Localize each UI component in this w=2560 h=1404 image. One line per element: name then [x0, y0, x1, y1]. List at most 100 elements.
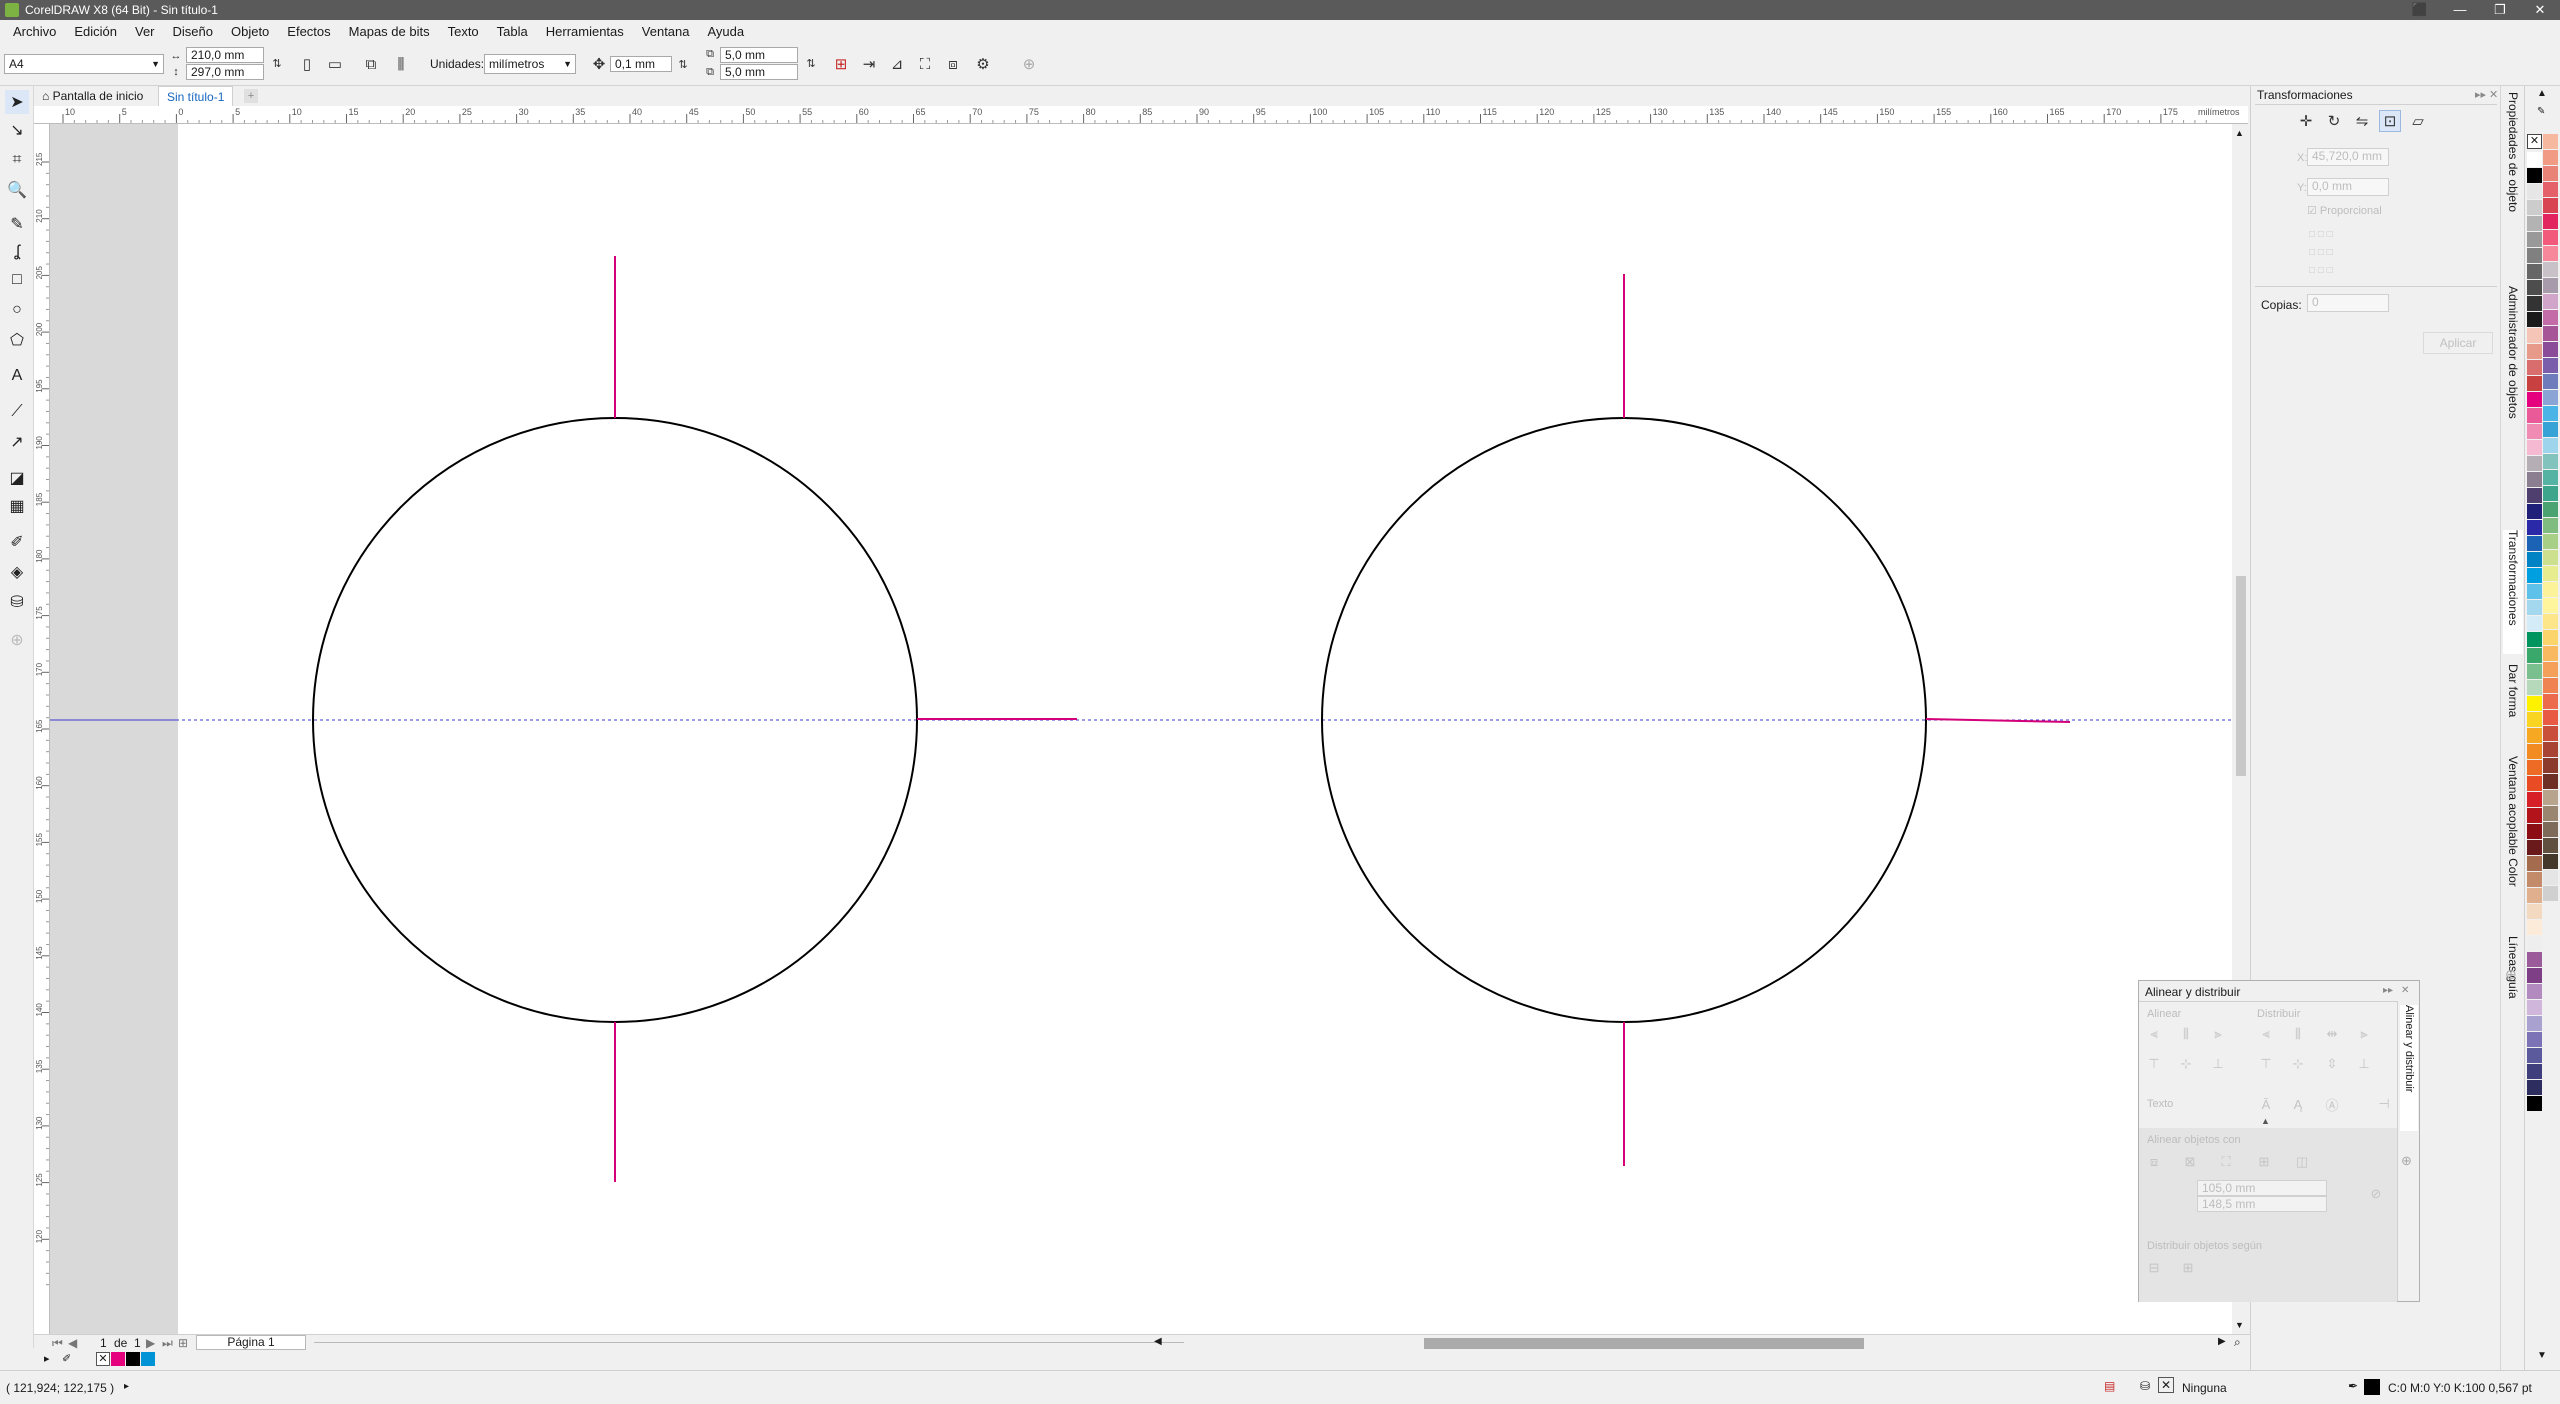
new-tab-icon[interactable]: + — [244, 89, 258, 103]
artistic-media-icon[interactable]: ʆ — [5, 240, 29, 264]
palette-swatch[interactable] — [2543, 822, 2558, 837]
palette-swatch[interactable] — [2527, 1048, 2542, 1063]
outline-color-swatch[interactable] — [2364, 1379, 2380, 1395]
parallel-dimension-icon[interactable]: ⟋ — [5, 400, 29, 424]
align-to-selected-icon[interactable]: ⊠ — [2181, 1154, 2199, 1170]
palette-menu-icon[interactable]: ▸ — [44, 1352, 50, 1365]
vertical-scroll-thumb[interactable] — [2236, 576, 2246, 776]
palette-swatch[interactable] — [2543, 694, 2558, 709]
swatch-cyan[interactable] — [141, 1352, 155, 1366]
palette-swatch[interactable] — [2543, 774, 2558, 789]
nudge-spinner-icon[interactable]: ⇅ — [672, 53, 694, 75]
last-page-icon[interactable]: ⏭ — [162, 1336, 173, 1351]
palette-swatch[interactable] — [2527, 792, 2542, 807]
y-field[interactable]: 0,0 mm — [2307, 178, 2389, 196]
docker-close-icon[interactable]: ✕ — [2489, 88, 2498, 101]
crop-tool-icon[interactable]: ⌗ — [5, 148, 29, 172]
palette-swatch[interactable] — [2527, 216, 2542, 231]
drop-shadow-icon[interactable]: ◪ — [5, 466, 29, 490]
copies-field[interactable]: 0 — [2307, 294, 2389, 312]
palette-swatch[interactable] — [2543, 422, 2558, 437]
palette-swatch[interactable] — [2527, 904, 2542, 919]
palette-swatch[interactable] — [2527, 472, 2542, 487]
collapse-arrow-icon[interactable]: ▲ — [2261, 1116, 2270, 1126]
palette-swatch[interactable] — [2527, 1064, 2542, 1079]
palette-swatch[interactable] — [2527, 168, 2542, 183]
palette-swatch[interactable] — [2527, 520, 2542, 535]
palette-swatch[interactable] — [2527, 696, 2542, 711]
palette-swatch[interactable] — [2543, 582, 2558, 597]
transparency-icon[interactable]: ▦ — [5, 494, 29, 518]
skew-icon[interactable]: ▱ — [2407, 110, 2429, 132]
eyedropper-icon[interactable]: ✐ — [5, 530, 29, 554]
maximize-button[interactable]: ❐ — [2480, 0, 2520, 20]
palette-swatch[interactable] — [2543, 806, 2558, 821]
anchor-grid[interactable]: □ □ □ □ □ □ □ □ □ — [2309, 226, 2369, 282]
distribute-to-selection-icon[interactable]: ⊟ — [2145, 1260, 2163, 1276]
color-proof-icon[interactable]: ▤ — [2104, 1379, 2115, 1393]
tab-document[interactable]: Sin título-1 — [158, 86, 234, 106]
palette-swatch[interactable] — [2527, 888, 2542, 903]
palette-swatch[interactable] — [2527, 1016, 2542, 1031]
palette-swatch[interactable] — [2527, 856, 2542, 871]
tab-object-manager[interactable]: Administrador de objetos — [2503, 286, 2523, 522]
swatch-black[interactable] — [126, 1352, 140, 1366]
palette-swatch[interactable] — [2543, 678, 2558, 693]
scroll-up-icon[interactable]: ▲ — [2235, 128, 2244, 138]
palette-swatch[interactable] — [2543, 246, 2558, 261]
align-panel-expand-icon[interactable]: ▸▸ — [2383, 985, 2393, 996]
align-x-field[interactable]: 105,0 mm — [2197, 1180, 2327, 1196]
palette-swatch[interactable] — [2527, 776, 2542, 791]
menu-ayuda[interactable]: Ayuda — [699, 24, 754, 39]
minimize-button[interactable]: — — [2440, 0, 2480, 20]
palette-swatch[interactable] — [2527, 264, 2542, 279]
mirror-icon[interactable]: ⇋ — [2351, 110, 2373, 132]
drawing-canvas[interactable] — [50, 124, 2250, 1334]
palette-swatch[interactable] — [2543, 886, 2558, 901]
palette-swatch[interactable] — [2527, 1000, 2542, 1015]
menu-ventana[interactable]: Ventana — [633, 24, 699, 39]
distribute-center-h-icon[interactable]: ⫼ — [2289, 1026, 2307, 1042]
zoom-navigator-icon[interactable]: ⌕ — [2234, 1335, 2241, 1350]
previous-page-icon[interactable]: ◀ — [68, 1336, 77, 1350]
smart-fill-icon[interactable]: ⛁ — [5, 590, 29, 614]
palette-swatch[interactable] — [2527, 968, 2542, 983]
palette-swatch[interactable] — [2543, 150, 2558, 165]
palette-swatch[interactable] — [2543, 790, 2558, 805]
freehand-tool-icon[interactable]: ✎ — [5, 212, 29, 236]
palette-swatch[interactable] — [2527, 344, 2542, 359]
palette-swatch[interactable] — [2527, 360, 2542, 375]
menu-edicion[interactable]: Edición — [65, 24, 126, 39]
palette-swatch[interactable] — [2543, 262, 2558, 277]
palette-swatch[interactable] — [2527, 760, 2542, 775]
palette-swatch[interactable] — [2527, 232, 2542, 247]
tab-transformations[interactable]: Transformaciones — [2503, 530, 2523, 654]
all-pages-icon[interactable]: ⧉ — [360, 53, 382, 75]
size-icon[interactable]: ⊡ — [2379, 110, 2401, 132]
page-tab-1[interactable]: Página 1 — [196, 1335, 306, 1350]
units-for-draw-scale-icon[interactable]: ⊞ — [830, 53, 852, 75]
add-page-icon[interactable]: ⊞ — [178, 1336, 188, 1350]
palette-swatch[interactable] — [2543, 390, 2558, 405]
zoom-tool-icon[interactable]: 🔍 — [5, 178, 29, 202]
align-to-point-icon[interactable]: ◫ — [2293, 1154, 2311, 1170]
no-fill-swatch[interactable]: ✕ — [2527, 134, 2542, 149]
palette-scroll-down-icon[interactable]: ▼ — [2537, 1350, 2547, 1361]
palette-swatch[interactable] — [2527, 952, 2542, 967]
no-color-swatch[interactable]: ✕ — [96, 1352, 110, 1366]
gear-icon[interactable]: ⚙ — [972, 53, 994, 75]
distribute-to-page-icon[interactable]: ⊞ — [2179, 1260, 2197, 1276]
palette-swatch[interactable] — [2527, 632, 2542, 647]
swatch-magenta[interactable] — [111, 1352, 125, 1366]
palette-swatch[interactable] — [2543, 838, 2558, 853]
palette-swatch[interactable] — [2527, 1096, 2542, 1111]
position-icon[interactable]: ✛ — [2295, 110, 2317, 132]
palette-swatch[interactable] — [2543, 742, 2558, 757]
menu-efectos[interactable]: Efectos — [278, 24, 339, 39]
palette-swatch[interactable] — [2543, 854, 2558, 869]
distribute-center-v-icon[interactable]: ⊹ — [2289, 1056, 2307, 1072]
polygon-tool-icon[interactable]: ⬠ — [5, 328, 29, 352]
palette-swatch[interactable] — [2543, 134, 2558, 149]
page-size-spinner-icon[interactable]: ⇅ — [266, 52, 288, 74]
align-panel-close-icon[interactable]: ✕ — [2401, 985, 2409, 996]
